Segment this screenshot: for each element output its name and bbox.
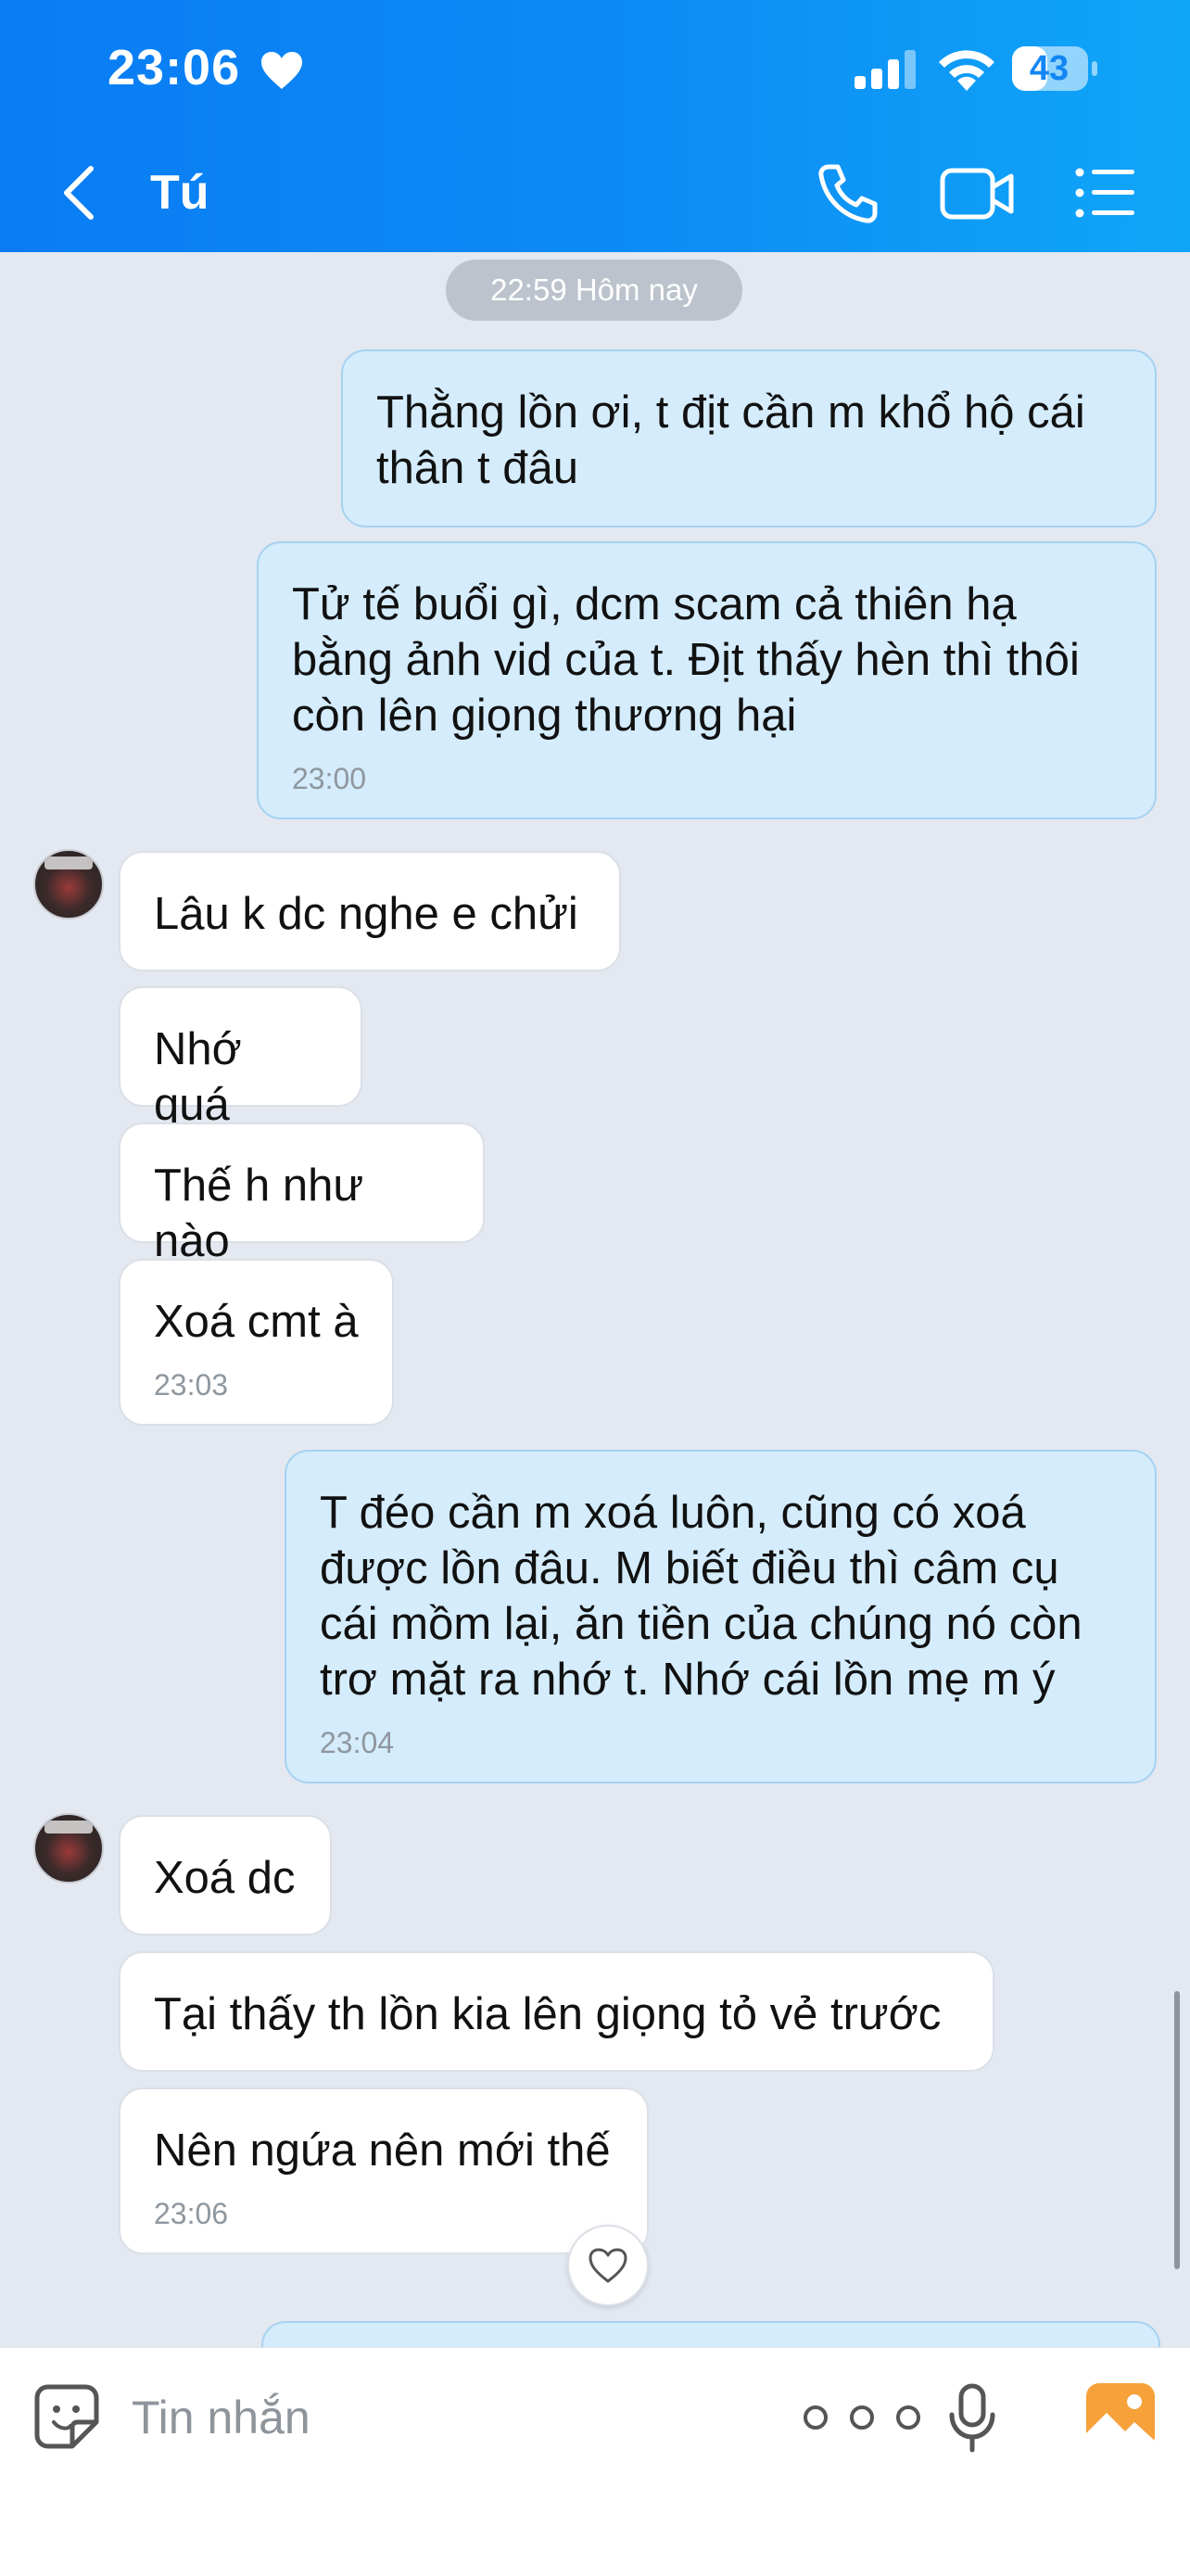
scrollbar[interactable] bbox=[1174, 1991, 1180, 2269]
message-bubble-received[interactable]: Nên ngứa nên mới thế 23:06 bbox=[119, 2087, 649, 2254]
message-text: Thế h như nào bbox=[154, 1161, 364, 1266]
message-bubble-sent[interactable]: Thằng lồn ơi, t địt cần m khổ hộ cái thâ… bbox=[341, 349, 1157, 527]
message-bubble-sent[interactable]: Tử tế buổi gì, dcm scam cả thiên hạ bằng… bbox=[257, 541, 1157, 819]
video-icon[interactable] bbox=[940, 165, 1014, 222]
message-timestamp: 23:03 bbox=[154, 1368, 229, 1402]
message-text: Xoá cmt à bbox=[154, 1297, 359, 1347]
message-text: T đéo cần m xoá luôn, cũng có xoá được l… bbox=[320, 1488, 1082, 1705]
message-bubble-received[interactable]: Xoá dc bbox=[119, 1815, 332, 1935]
heart-reaction-icon bbox=[589, 2248, 627, 2283]
message-input[interactable] bbox=[130, 2381, 708, 2454]
reaction-button[interactable] bbox=[567, 2225, 649, 2306]
contact-name[interactable]: Tú bbox=[150, 165, 209, 221]
message-timestamp: 23:04 bbox=[320, 1726, 395, 1759]
wifi-icon bbox=[939, 50, 994, 91]
chat-header: 23:06 43 Tú bbox=[0, 0, 1190, 252]
message-text: Nên ngứa nên mới thế bbox=[154, 2126, 611, 2176]
avatar[interactable] bbox=[33, 849, 104, 920]
heart-status-icon bbox=[261, 52, 302, 89]
message-bubble-received[interactable]: Tại thấy th lồn kia lên giọng tỏ vẻ trướ… bbox=[119, 1951, 994, 2072]
message-text: Thằng lồn ơi, t địt cần m khổ hộ cái thâ… bbox=[376, 387, 1085, 493]
menu-icon[interactable] bbox=[1075, 167, 1136, 219]
call-icon[interactable] bbox=[816, 161, 880, 226]
message-bubble-received[interactable]: Xoá cmt à 23:03 bbox=[119, 1259, 394, 1426]
battery-level: 43 bbox=[1029, 49, 1070, 88]
signal-icon bbox=[855, 50, 916, 89]
message-bubble-received[interactable]: Lâu k dc nghe e chửi bbox=[119, 851, 621, 971]
message-text: Nhớ quá bbox=[154, 1024, 242, 1130]
message-text: Tại thấy th lồn kia lên giọng tỏ vẻ trướ… bbox=[154, 1989, 942, 2039]
message-timestamp: 23:06 bbox=[154, 2197, 229, 2230]
avatar[interactable] bbox=[33, 1813, 104, 1884]
message-bubble-received[interactable]: Thế h như nào bbox=[119, 1123, 485, 1266]
message-text: Xoá dc bbox=[154, 1853, 296, 1903]
sticker-icon[interactable] bbox=[33, 2383, 100, 2450]
message-text: Lâu k dc nghe e chửi bbox=[154, 889, 578, 939]
message-text: Tử tế buổi gì, dcm scam cả thiên hạ bằng… bbox=[292, 579, 1080, 741]
message-bubble-received[interactable]: Nhớ quá bbox=[119, 986, 362, 1130]
message-bubble-sent[interactable]: T đéo cần m xoá luôn, cũng có xoá được l… bbox=[285, 1450, 1157, 1783]
message-timestamp: 23:00 bbox=[292, 762, 367, 795]
composer-bar bbox=[0, 2347, 1190, 2576]
date-separator: 22:59 Hôm nay bbox=[446, 260, 742, 321]
more-icon[interactable] bbox=[801, 2404, 923, 2431]
mic-icon[interactable] bbox=[947, 2383, 997, 2454]
status-time: 23:06 bbox=[108, 40, 241, 95]
back-icon[interactable] bbox=[56, 163, 104, 222]
image-icon[interactable] bbox=[1084, 2381, 1157, 2452]
